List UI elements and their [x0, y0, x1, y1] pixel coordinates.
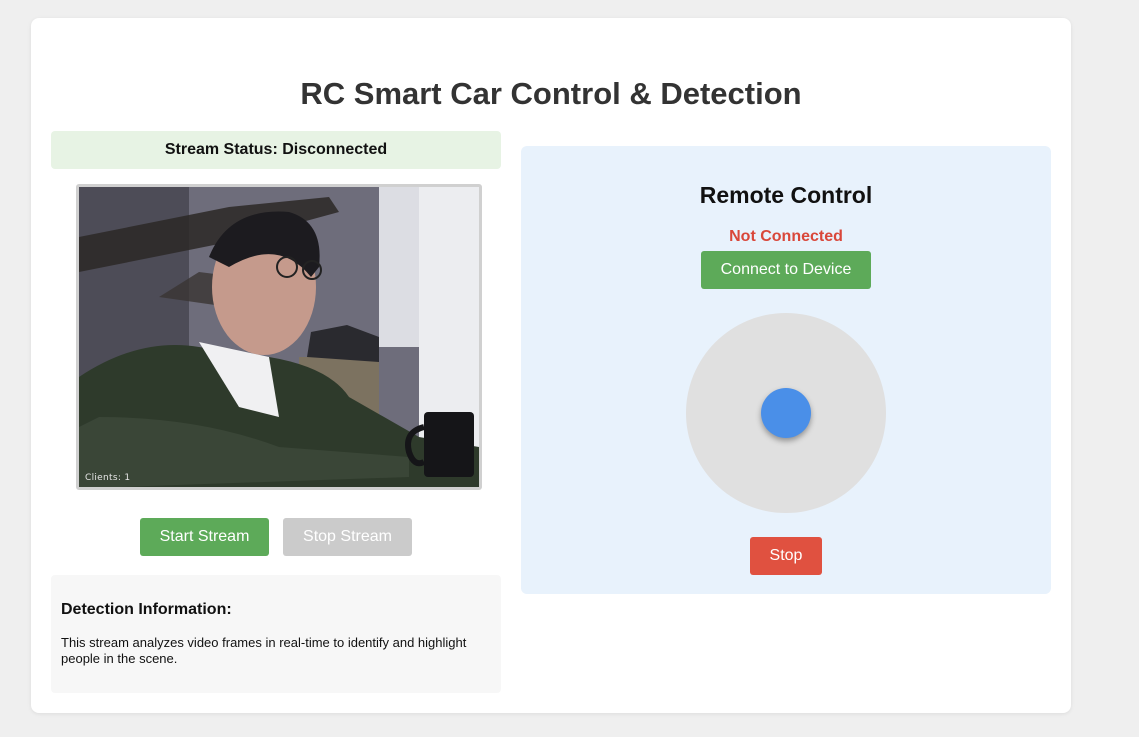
- start-stream-button[interactable]: Start Stream: [140, 518, 269, 556]
- joystick-base[interactable]: [686, 313, 886, 513]
- stop-stream-button[interactable]: Stop Stream: [283, 518, 412, 556]
- stream-status-text: Stream Status: Disconnected: [164, 141, 388, 158]
- main-card: RC Smart Car Control & Detection Stream …: [31, 18, 1071, 713]
- stream-status-bar: Stream Status: Disconnected: [51, 131, 501, 169]
- page-title: RC Smart Car Control & Detection: [300, 76, 802, 111]
- stop-button[interactable]: Stop: [750, 537, 822, 575]
- video-frame-image: [79, 187, 479, 487]
- detection-title: Detection Information:: [61, 601, 232, 618]
- connection-status: Not Connected: [729, 228, 843, 245]
- video-stream: Clients: 1: [76, 184, 482, 490]
- detection-description: This stream analyzes video frames in rea…: [61, 635, 467, 666]
- remote-control-title: Remote Control: [699, 182, 873, 208]
- detection-info-box: Detection Information: This stream analy…: [51, 575, 501, 693]
- clients-count-overlay: Clients: 1: [85, 473, 131, 483]
- remote-control-panel: Remote Control Not Connected Connect to …: [521, 146, 1051, 594]
- connect-device-button[interactable]: Connect to Device: [701, 251, 871, 289]
- joystick-knob[interactable]: [761, 388, 811, 438]
